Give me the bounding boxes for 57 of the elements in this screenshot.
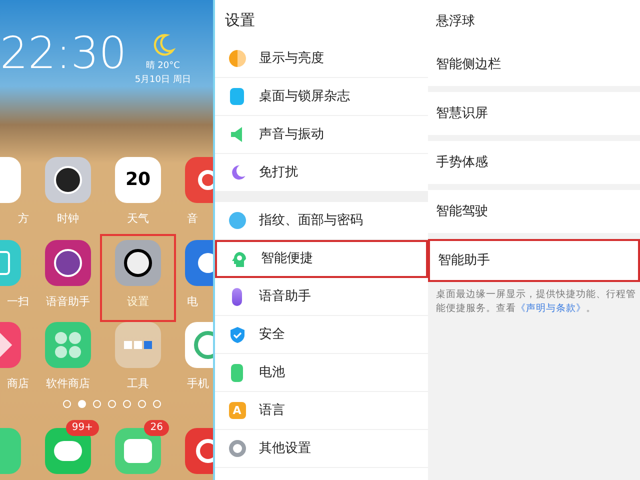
settings-item[interactable]: 智能侧边栏	[428, 43, 640, 86]
settings-label: 电池	[259, 364, 285, 382]
settings-item[interactable]: 悬浮球	[428, 0, 640, 43]
settings-item[interactable]: 显示与亮度	[215, 40, 428, 78]
settings-label: 其他设置	[259, 440, 311, 458]
app-icon[interactable]: 20	[115, 157, 161, 203]
settings-label: 指纹、面部与密码	[259, 212, 363, 230]
folder-icon[interactable]	[115, 322, 161, 368]
settings-item[interactable]: 智能助手	[428, 239, 640, 282]
head-icon	[230, 250, 248, 268]
settings-label: 智能便捷	[261, 250, 313, 268]
app-icon[interactable]	[115, 240, 161, 286]
app-icon[interactable]	[45, 240, 91, 286]
microphone-icon	[232, 288, 242, 306]
app-icon[interactable]	[45, 157, 91, 203]
settings-label: 免打扰	[259, 164, 298, 182]
battery-icon	[231, 364, 243, 382]
terms-link[interactable]: 《声明与条款》	[516, 303, 586, 314]
settings-item[interactable]: 智能驾驶	[428, 190, 640, 233]
app-label: 天气	[127, 211, 149, 227]
app-label: 方	[18, 211, 30, 227]
settings-item[interactable]: 电池	[215, 354, 428, 392]
notification-badge: 99+	[66, 420, 99, 436]
settings-item[interactable]: 智能便捷	[215, 240, 428, 278]
page-title: 设置	[224, 10, 256, 31]
description-text: 桌面最边缘一屏显示，提供快捷功能、行程管 能便捷服务。查看《声明与条款》。	[435, 288, 637, 316]
app-label: 手机	[186, 376, 209, 392]
app-label: 商店	[7, 376, 30, 392]
settings-item[interactable]: 桌面与锁屏杂志	[215, 78, 428, 116]
settings-item[interactable]: 其他设置	[215, 430, 428, 468]
language-letter: A	[232, 405, 242, 416]
calendar-day-number: 20	[125, 168, 151, 192]
app-label: 电	[186, 294, 198, 310]
app-label: 软件商店	[46, 376, 90, 392]
app-label: 工具	[127, 376, 149, 392]
settings-item[interactable]: 指纹、面部与密码	[215, 202, 428, 240]
notification-badge: 26	[144, 420, 169, 436]
settings-label: 声音与振动	[259, 126, 324, 144]
settings-item[interactable]: 智慧识屏	[428, 92, 640, 135]
settings-label: 桌面与锁屏杂志	[259, 88, 350, 106]
settings-label: 语音助手	[259, 288, 311, 306]
settings-label: 安全	[259, 326, 285, 344]
app-label: 语音助手	[46, 294, 90, 310]
settings-label: 语言	[259, 402, 285, 420]
date-text: 5月10日 周日	[134, 74, 191, 86]
app-label: 一扫	[7, 294, 30, 310]
settings-item[interactable]: A 语言	[215, 392, 428, 430]
settings-label: 显示与亮度	[259, 50, 324, 68]
app-label: 音	[186, 211, 198, 227]
shield-icon	[228, 326, 246, 344]
app-label: 设置	[127, 294, 149, 310]
clock-time: 22:30	[0, 32, 127, 76]
app-label: 时钟	[57, 211, 79, 227]
settings-item[interactable]: 安全	[215, 316, 428, 354]
weather-text: 晴 20°C	[146, 60, 180, 73]
settings-item[interactable]: 手势体感	[428, 141, 640, 184]
settings-item[interactable]: 语音助手	[215, 278, 428, 316]
